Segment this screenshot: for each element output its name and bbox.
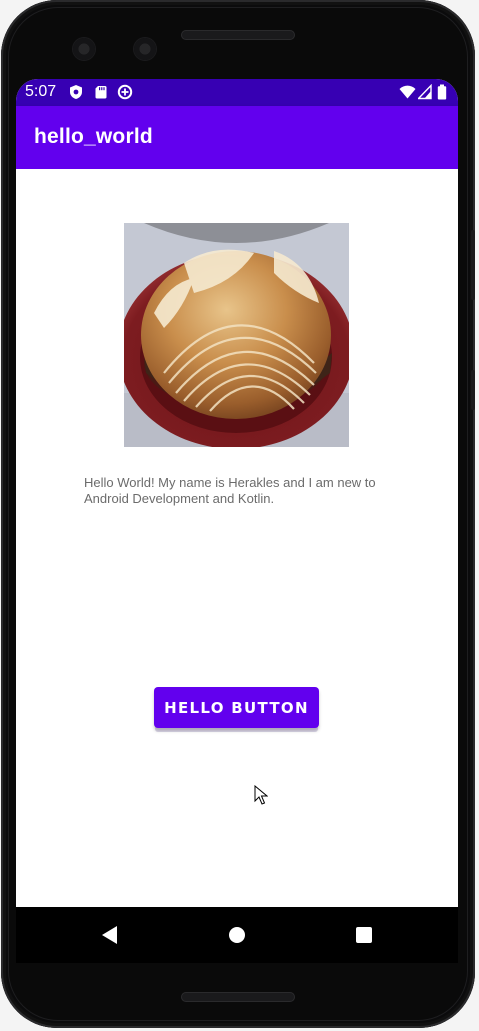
navigation-bar <box>16 907 458 963</box>
volume-button[interactable] <box>471 370 475 410</box>
bottom-speaker <box>181 992 295 1002</box>
device-screen: 5:07 hello_world Hello World! My name is… <box>16 79 458 907</box>
main-content: Hello World! My name is Herakles and I a… <box>16 169 458 907</box>
earpiece-speaker <box>181 30 295 40</box>
data-saver-icon <box>117 84 133 100</box>
app-toolbar: hello_world <box>16 106 458 169</box>
play-protect-icon <box>70 85 82 99</box>
battery-icon <box>437 84 447 100</box>
sd-card-icon <box>95 86 107 99</box>
power-button[interactable] <box>471 230 475 300</box>
bread-image <box>124 223 349 447</box>
front-sensor-icon <box>134 38 156 60</box>
emulator-window: 5:07 hello_world Hello World! My name is… <box>0 0 479 1031</box>
app-title: hello_world <box>34 125 153 148</box>
hello-button[interactable]: HELLO BUTTON <box>154 687 319 728</box>
status-bar: 5:07 <box>16 79 458 106</box>
cell-signal-icon <box>418 84 432 100</box>
home-icon[interactable] <box>225 923 249 947</box>
intro-text: Hello World! My name is Herakles and I a… <box>84 475 376 506</box>
mouse-cursor-icon <box>254 785 268 805</box>
wifi-icon <box>399 85 416 99</box>
recents-icon[interactable] <box>352 923 376 947</box>
status-time: 5:07 <box>25 83 57 100</box>
front-camera-icon <box>73 38 95 60</box>
back-icon[interactable] <box>98 923 122 947</box>
